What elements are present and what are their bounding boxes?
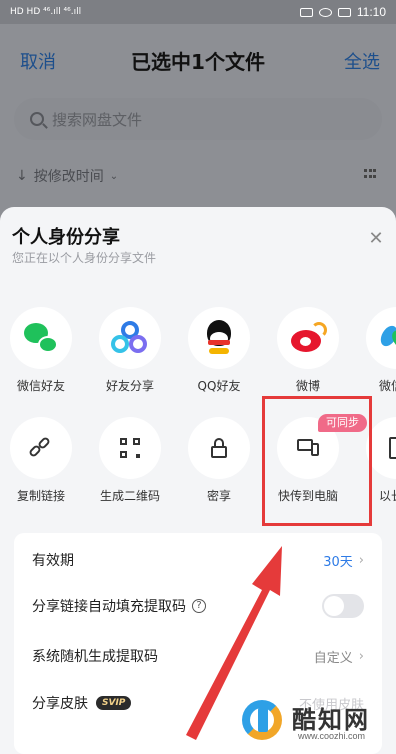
watermark-logo-icon [234, 692, 290, 748]
annotation-arrow [186, 546, 282, 740]
watermark-name: 酷知网 [292, 706, 370, 734]
watermark-url: www.coozhi.com [298, 731, 366, 741]
